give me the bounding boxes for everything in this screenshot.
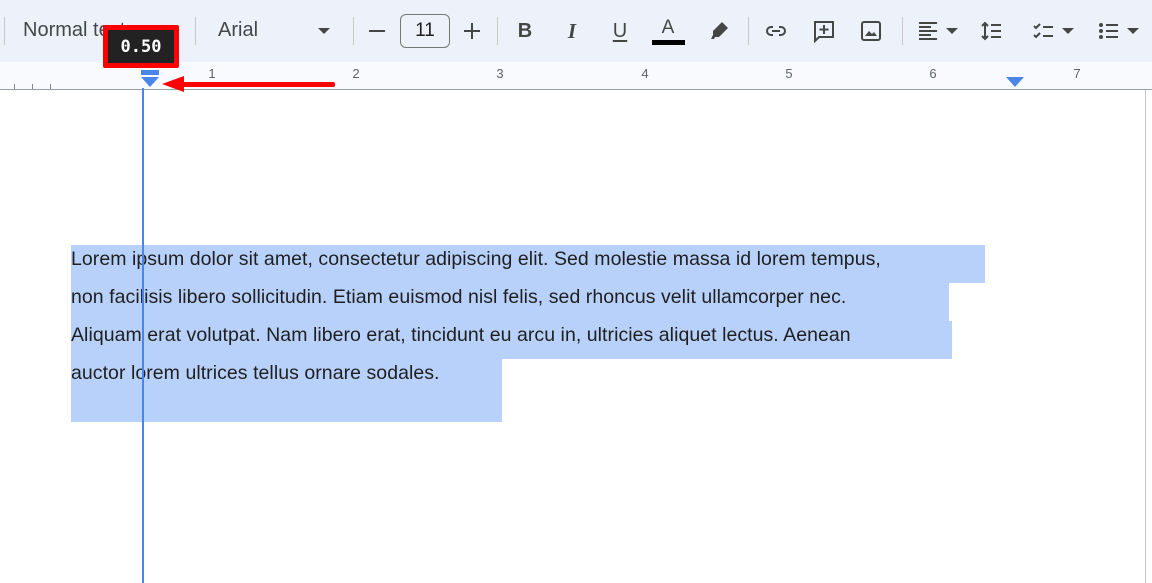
toolbar-divider	[195, 17, 196, 45]
annotation-arrow-head	[162, 76, 184, 92]
plus-icon	[464, 23, 480, 39]
first-line-indent-handle[interactable]	[141, 70, 159, 75]
italic-icon: I	[567, 18, 577, 43]
ruler-number: 1	[208, 66, 216, 81]
ruler-number: 2	[352, 66, 360, 81]
line-spacing-button[interactable]	[976, 15, 1008, 47]
paragraph-line[interactable]: non facilisis libero sollicitudin. Etiam…	[71, 286, 846, 309]
font-family-label: Arial	[218, 19, 259, 41]
chevron-down-icon	[946, 28, 958, 34]
add-comment-icon	[814, 21, 834, 43]
ruler-tick	[13, 84, 15, 89]
annotation-arrow	[178, 82, 335, 87]
insert-image-button[interactable]	[855, 15, 887, 47]
left-indent-handle[interactable]	[141, 77, 159, 87]
ruler-tick	[31, 84, 33, 89]
line-spacing-icon	[981, 21, 1001, 41]
font-size-input[interactable]: 11	[400, 14, 450, 48]
chevron-down-icon	[1062, 28, 1074, 34]
bold-button[interactable]: B	[510, 15, 540, 47]
paragraph-line[interactable]: Lorem ipsum dolor sit amet, consectetur …	[71, 248, 881, 271]
toolbar-divider	[4, 17, 5, 45]
align-left-icon	[919, 22, 937, 40]
underline-icon: U	[612, 19, 628, 42]
checklist-dropdown-button[interactable]	[1025, 15, 1081, 47]
insert-link-button[interactable]	[760, 15, 792, 47]
ruler-number: 5	[785, 66, 793, 81]
paragraph-line[interactable]: auctor lorem ultrices tellus ornare soda…	[71, 362, 440, 385]
ruler-number: 3	[496, 66, 504, 81]
highlighter-icon	[711, 22, 728, 39]
chevron-down-icon	[318, 28, 330, 34]
link-icon	[766, 26, 786, 36]
bulleted-list-dropdown-button[interactable]	[1090, 15, 1146, 47]
ruler-number: 4	[641, 66, 649, 81]
font-family-dropdown[interactable]: Arial	[206, 12, 342, 50]
add-comment-button[interactable]	[808, 15, 840, 47]
indent-value-tooltip: 0.50	[103, 25, 179, 68]
italic-button[interactable]: I	[557, 15, 587, 47]
insert-image-icon	[861, 21, 881, 41]
ruler-tick	[49, 84, 51, 89]
toolbar-divider	[748, 17, 749, 45]
checklist-icon	[1033, 23, 1053, 39]
text-color-button[interactable]: A	[650, 15, 686, 47]
bold-icon: B	[517, 19, 533, 42]
toolbar-divider	[353, 17, 354, 45]
highlight-color-button[interactable]	[704, 15, 734, 47]
chevron-down-icon	[1127, 28, 1139, 34]
text-color-swatch	[651, 39, 685, 45]
decrease-font-size-button[interactable]	[362, 15, 392, 47]
text-color-icon: A	[661, 16, 675, 38]
toolbar-divider	[497, 17, 498, 45]
underline-button[interactable]: U	[605, 15, 635, 47]
increase-font-size-button[interactable]	[457, 15, 487, 47]
indent-guide-line	[142, 88, 144, 583]
right-indent-handle[interactable]	[1006, 77, 1024, 87]
document-page[interactable]: Lorem ipsum dolor sit amet, consectetur …	[0, 90, 1146, 583]
minus-icon	[369, 30, 385, 32]
align-dropdown-button[interactable]	[912, 15, 962, 47]
ruler-number: 6	[929, 66, 937, 81]
bulleted-list-icon	[1099, 23, 1118, 39]
google-docs-window: Normal text Arial 11 B I U A 1 2 3 4 5 6…	[0, 0, 1152, 583]
paragraph-line[interactable]: Aliquam erat volutpat. Nam libero erat, …	[71, 324, 851, 347]
toolbar-divider	[902, 17, 903, 45]
ruler-number: 7	[1073, 66, 1081, 81]
